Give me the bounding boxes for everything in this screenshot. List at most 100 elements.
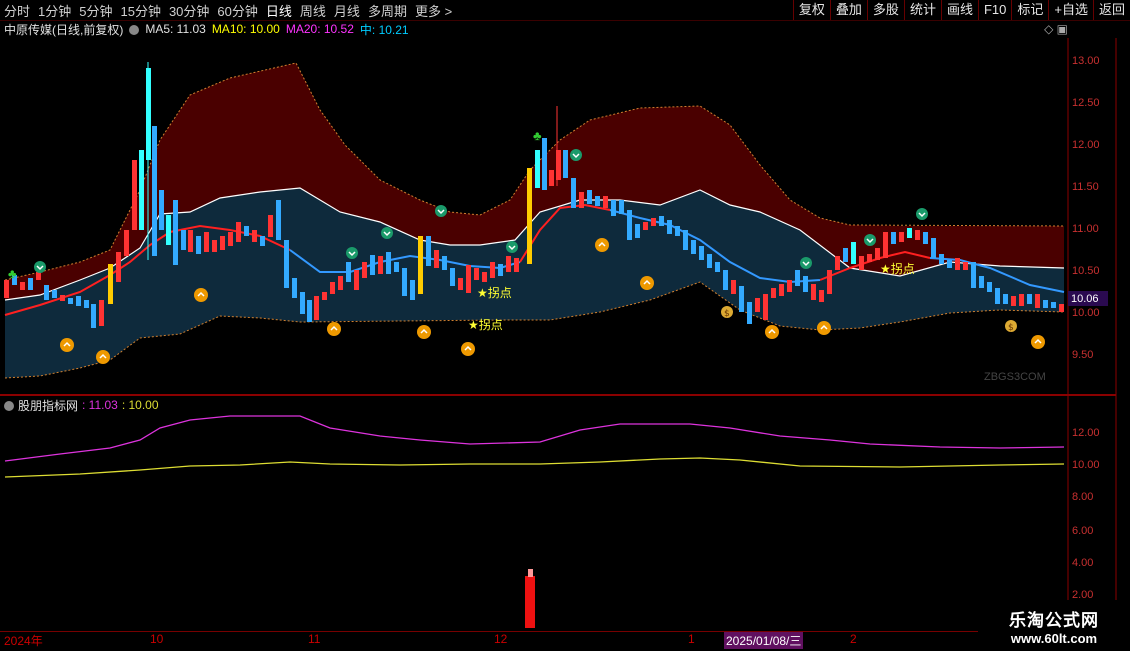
x-label-oct: 10 xyxy=(150,632,164,646)
restore-rights-button[interactable]: 复权 xyxy=(792,0,830,20)
indicator-info-bar: 股朋指标网 : 11.03 : 10.00 xyxy=(0,398,159,413)
watermark-url: www.60lt.com xyxy=(1010,631,1098,646)
svg-text:13.00: 13.00 xyxy=(1072,55,1100,67)
tab-monthly[interactable]: 月线 xyxy=(334,1,360,20)
mid-value: 中: 10.21 xyxy=(359,22,409,37)
teal-check-icon xyxy=(570,149,582,161)
teal-check-icon xyxy=(435,205,447,217)
stats-button[interactable]: 统计 xyxy=(903,0,941,20)
action-buttons: 复权 叠加 多股 统计 画线 F10 标记 +自选 返回 xyxy=(792,0,1130,20)
orange-up-icon xyxy=(595,238,609,252)
tab-daily[interactable]: 日线 xyxy=(266,1,292,20)
turn-point-label: ★拐点 xyxy=(477,285,512,300)
draw-line-button[interactable]: 画线 xyxy=(940,0,978,20)
f10-button[interactable]: F10 xyxy=(977,0,1011,20)
orange-up-icon xyxy=(194,288,208,302)
ma5-value: MA5: 11.03 xyxy=(145,22,206,36)
indicator-magenta-line xyxy=(4,415,1065,462)
cursor-date-label: 2025/01/08/三 xyxy=(724,632,804,649)
indicator-value-1: : 11.03 xyxy=(82,398,118,412)
indicator-title: 股朋指标网 xyxy=(18,398,79,413)
price-axis: 13.00 12.50 12.00 11.50 11.00 10.50 10.0… xyxy=(1072,55,1100,361)
orange-up-icon xyxy=(461,342,475,356)
site-watermark: 乐淘公式网 www.60lt.com xyxy=(978,600,1130,650)
mark-button[interactable]: 标记 xyxy=(1011,0,1048,20)
tab-5min[interactable]: 5分钟 xyxy=(79,1,112,20)
orange-up-icon xyxy=(640,276,654,290)
stock-title: 中原传媒(日线,前复权) xyxy=(4,22,124,37)
x-label-nov: 11 xyxy=(308,632,321,646)
green-figure-icon: ♣ xyxy=(533,128,542,143)
current-price-label: 10.06 xyxy=(1071,293,1099,305)
svg-text:4.00: 4.00 xyxy=(1072,557,1093,569)
tab-multi-period[interactable]: 多周期 xyxy=(368,1,407,20)
volume-bar xyxy=(525,576,535,628)
orange-up-icon xyxy=(417,325,431,339)
orange-up-icon xyxy=(817,321,831,335)
x-label-year: 2024年 xyxy=(4,634,43,648)
small-watermark: ZBGS3COM xyxy=(984,371,1046,383)
orange-up-icon xyxy=(96,350,110,364)
svg-text:12.50: 12.50 xyxy=(1072,97,1100,109)
ma10-value: MA10: 10.00 xyxy=(211,22,280,36)
window-toggle-icon[interactable]: ▣ xyxy=(1057,22,1068,36)
svg-text:12.00: 12.00 xyxy=(1072,427,1100,439)
turn-point-label: ★拐点 xyxy=(468,317,503,332)
volume-bar-cap xyxy=(528,569,533,577)
watermark-name: 乐淘公式网 xyxy=(1009,611,1099,630)
orange-up-icon xyxy=(1031,335,1045,349)
svg-text:6.00: 6.00 xyxy=(1072,525,1093,537)
turn-point-label: ★拐点 xyxy=(880,261,915,276)
tab-30min[interactable]: 30分钟 xyxy=(169,1,209,20)
settings-circle-icon[interactable] xyxy=(129,25,140,35)
svg-text:10.00: 10.00 xyxy=(1072,459,1100,471)
time-axis: 2024年 10 11 12 1 2025/01/08/三 2 xyxy=(0,631,978,651)
indicator-settings-icon[interactable] xyxy=(4,401,14,411)
teal-check-icon xyxy=(381,227,393,239)
teal-check-icon xyxy=(346,247,358,259)
svg-text:10.50: 10.50 xyxy=(1072,265,1100,277)
tab-60min[interactable]: 60分钟 xyxy=(217,1,257,20)
x-label-feb: 2 xyxy=(850,632,857,646)
svg-text:$: $ xyxy=(1008,323,1014,333)
overlay-button[interactable]: 叠加 xyxy=(829,0,867,20)
top-toolbar: 分时 1分钟 5分钟 15分钟 30分钟 60分钟 日线 周线 月线 多周期 更… xyxy=(0,0,1130,21)
x-label-jan: 1 xyxy=(688,632,695,646)
chart-info-bar: 中原传媒(日线,前复权) MA5: 11.03 MA10: 10.00 MA20… xyxy=(0,21,415,37)
orange-up-icon xyxy=(60,338,74,352)
multi-stock-button[interactable]: 多股 xyxy=(866,0,904,20)
teal-check-icon xyxy=(916,208,928,220)
tab-fenshi[interactable]: 分时 xyxy=(4,1,30,20)
panel-controls: ◇ ▣ xyxy=(1044,22,1068,36)
add-watchlist-button[interactable]: +自选 xyxy=(1048,0,1093,20)
teal-check-icon xyxy=(506,241,518,253)
indicator-yellow-line xyxy=(4,457,1065,478)
diamond-icon[interactable]: ◇ xyxy=(1044,22,1053,36)
svg-text:11.50: 11.50 xyxy=(1072,181,1099,193)
tab-15min[interactable]: 15分钟 xyxy=(120,1,160,20)
tab-1min[interactable]: 1分钟 xyxy=(38,1,71,20)
svg-text:10.00: 10.00 xyxy=(1072,307,1100,319)
money-bag-icon: $ xyxy=(1005,320,1017,333)
svg-text:$: $ xyxy=(724,309,730,319)
kline-chart: $ $ ♣ ♣ ★拐点 ★拐点 ★拐点 13.00 12.50 12.00 11… xyxy=(0,38,1117,631)
svg-text:11.00: 11.00 xyxy=(1072,223,1099,235)
sub-axis: 12.00 10.00 8.00 6.00 4.00 2.00 xyxy=(1072,427,1100,601)
svg-text:9.50: 9.50 xyxy=(1072,349,1093,361)
svg-text:8.00: 8.00 xyxy=(1072,491,1093,503)
svg-text:12.00: 12.00 xyxy=(1072,139,1100,151)
money-bag-icon: $ xyxy=(721,306,733,319)
orange-up-icon xyxy=(327,322,341,336)
period-tabs: 分时 1分钟 5分钟 15分钟 30分钟 60分钟 日线 周线 月线 多周期 更… xyxy=(4,0,460,20)
x-label-dec: 12 xyxy=(494,632,508,646)
orange-up-icon xyxy=(765,325,779,339)
back-button[interactable]: 返回 xyxy=(1092,0,1130,20)
teal-check-icon xyxy=(864,234,876,246)
ma20-value: MA20: 10.52 xyxy=(285,22,354,36)
teal-check-icon xyxy=(34,261,46,273)
indicator-value-2: : 10.00 xyxy=(121,398,159,412)
tab-weekly[interactable]: 周线 xyxy=(300,1,326,20)
tab-more[interactable]: 更多 > xyxy=(415,1,452,20)
green-figure-icon: ♣ xyxy=(8,266,17,281)
teal-check-icon xyxy=(800,257,812,269)
